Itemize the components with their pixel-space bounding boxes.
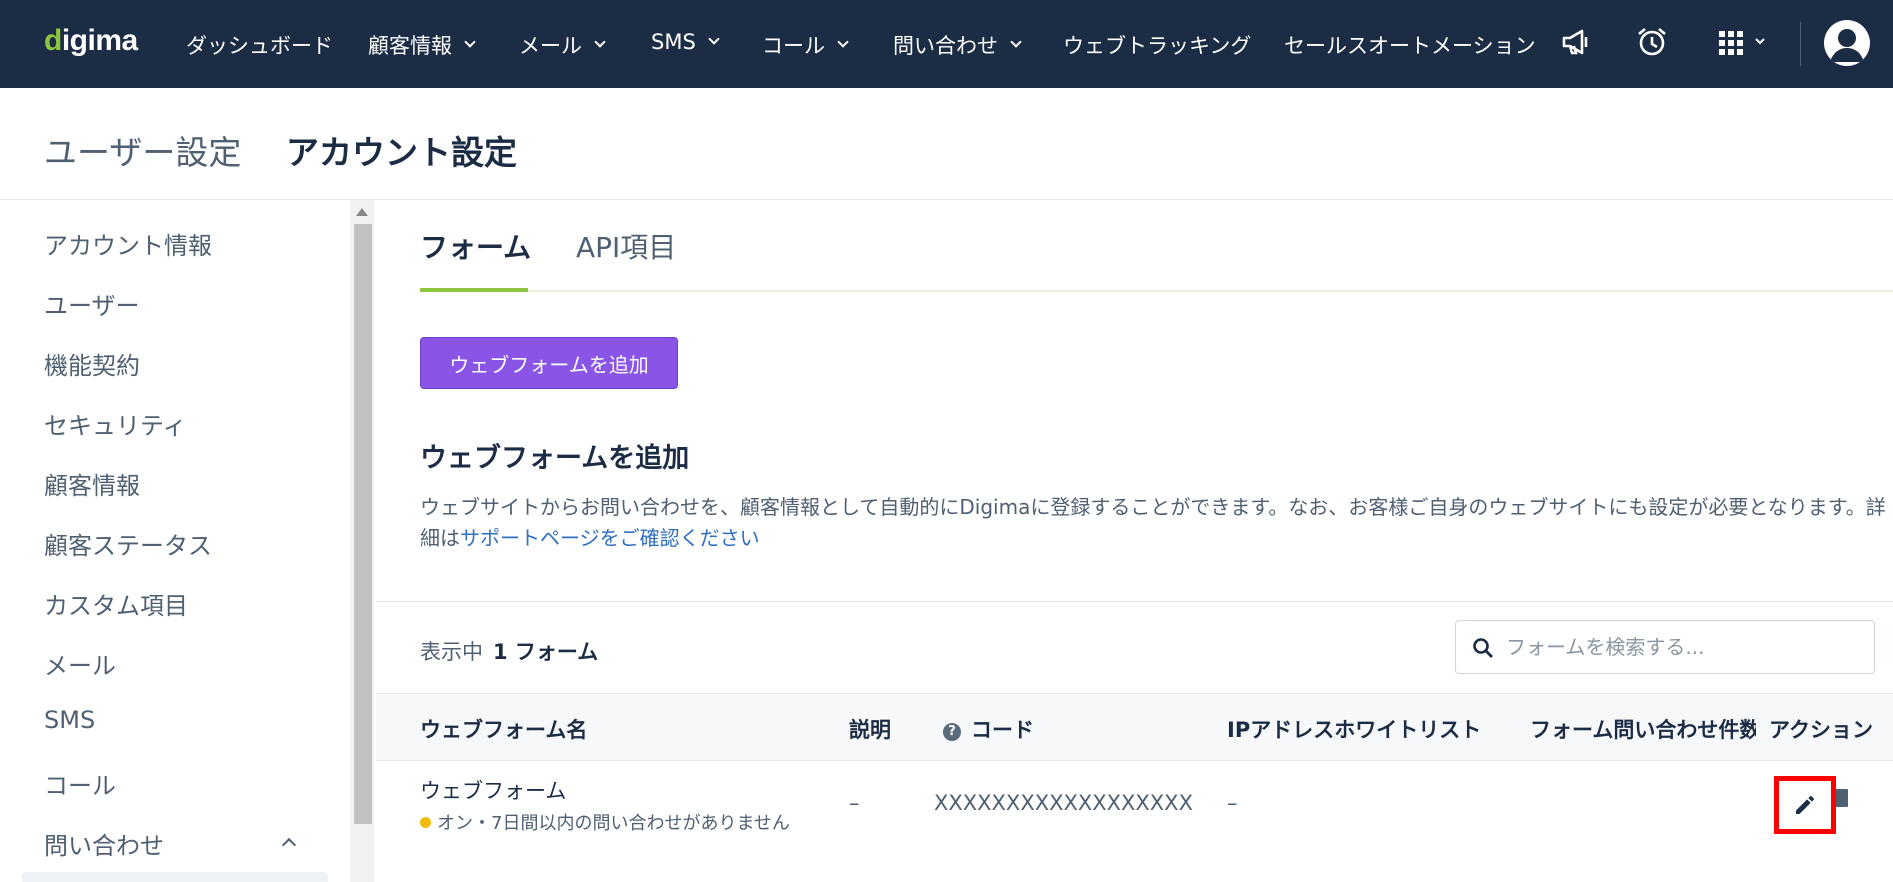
alarm-clock-icon[interactable] [1636, 26, 1670, 60]
chevron-up-icon[interactable] [281, 837, 297, 853]
column-header-inquiry-count: フォーム問い合わせ件数 [1530, 718, 1756, 742]
sidebar-item-customer-info[interactable]: 顧客情報 [44, 466, 140, 501]
webform-name[interactable]: ウェブフォーム [420, 775, 566, 805]
apps-grid-icon[interactable] [1716, 26, 1772, 60]
tab-divider [420, 290, 1893, 292]
list-toolbar: 表示中 1 フォーム [376, 601, 1893, 693]
nav-customer-info-label: 顧客情報 [368, 34, 452, 58]
chevron-down-icon [708, 33, 720, 45]
nav-sales-automation-label: セールスオートメーション [1284, 34, 1536, 58]
table-row: ウェブフォーム オン・7日間以内の問い合わせがありません – XXXXXXXXX… [376, 761, 1893, 871]
column-header-actions: アクション [1769, 718, 1873, 742]
tab-api-fields[interactable]: API項目 [576, 226, 676, 266]
nav-call[interactable]: コール [762, 30, 849, 60]
nav-inquiry[interactable]: 問い合わせ [893, 30, 1022, 60]
sidebar-item-users[interactable]: ユーザー [44, 286, 140, 321]
column-header-code-label: コード [971, 718, 1034, 742]
webform-code: XXXXXXXXXXXXXXXXXX [934, 791, 1193, 815]
webform-description: – [849, 791, 860, 815]
sidebar-item-customer-status[interactable]: 顧客ステータス [44, 526, 212, 561]
megaphone-icon[interactable] [1560, 26, 1594, 60]
top-navigation: digima ダッシュボード 顧客情報 メール SMS コール 問い合わせ ウェ… [0, 0, 1893, 88]
sidebar-scrollbar[interactable] [350, 200, 374, 882]
sidebar-item-security[interactable]: セキュリティ [44, 406, 187, 441]
result-count: 表示中 1 フォーム [420, 636, 598, 666]
digima-logo[interactable]: digima [44, 24, 138, 58]
nav-sales-automation[interactable]: セールスオートメーション [1284, 30, 1536, 60]
breadcrumb-parent[interactable]: ユーザー設定 [44, 126, 241, 174]
help-icon[interactable]: ? [943, 723, 961, 741]
search-icon [1473, 638, 1493, 658]
nav-dashboard[interactable]: ダッシュボード [186, 30, 333, 60]
nav-mail-label: メール [519, 34, 582, 58]
nav-mail[interactable]: メール [519, 30, 606, 60]
add-webform-button[interactable]: ウェブフォームを追加 [420, 337, 678, 389]
column-header-description: 説明 [849, 718, 891, 742]
support-page-link[interactable]: サポートページをご確認ください [460, 526, 760, 550]
webform-status-text: オン・7日間以内の問い合わせがありません [437, 813, 790, 834]
sidebar-item-inquiry[interactable]: 問い合わせ [44, 826, 164, 861]
search-input[interactable] [1506, 631, 1856, 663]
chevron-down-icon [1010, 36, 1022, 48]
nav-sms[interactable]: SMS [651, 30, 720, 54]
nav-web-tracking[interactable]: ウェブトラッキング [1063, 30, 1251, 60]
page-title: アカウント設定 [286, 133, 517, 172]
result-count-label: 表示中 [420, 640, 483, 664]
nav-sms-label: SMS [651, 30, 696, 54]
nav-web-tracking-label: ウェブトラッキング [1063, 34, 1252, 58]
delete-trash-icon[interactable] [1834, 789, 1848, 807]
nav-customer-info[interactable]: 顧客情報 [368, 30, 476, 60]
sidebar-item-account-info[interactable]: アカウント情報 [44, 226, 212, 261]
edit-button[interactable] [1774, 776, 1836, 834]
pencil-icon [1796, 796, 1814, 814]
column-header-code: ? コード [943, 714, 1034, 744]
result-count-value: 1 フォーム [493, 640, 599, 664]
nav-call-label: コール [762, 34, 825, 58]
sidebar-item-mail[interactable]: メール [44, 646, 116, 681]
sidebar-subitem-active[interactable] [22, 872, 328, 882]
status-dot-icon [420, 817, 431, 828]
column-header-ip-whitelist: IPアドレスホワイトリスト [1227, 718, 1482, 742]
sidebar-item-custom-fields[interactable]: カスタム項目 [44, 586, 188, 621]
sidebar-item-call[interactable]: コール [44, 766, 116, 801]
active-tab-indicator [420, 288, 528, 292]
form-search-box[interactable] [1455, 620, 1875, 674]
sidebar-item-sms[interactable]: SMS [44, 706, 95, 734]
chevron-down-icon [837, 36, 849, 48]
main-content: フォーム API項目 ウェブフォームを追加 ウェブフォームを追加 ウェブサイトか… [376, 200, 1893, 882]
section-title: ウェブフォームを追加 [420, 443, 690, 474]
webform-ip-whitelist: – [1227, 791, 1238, 815]
scrollbar-thumb[interactable] [354, 224, 372, 824]
scroll-up-arrow-icon[interactable] [356, 208, 368, 216]
nav-dashboard-label: ダッシュボード [186, 34, 333, 58]
webform-status: オン・7日間以内の問い合わせがありません [420, 809, 790, 835]
chevron-down-icon [464, 36, 476, 48]
section-description: ウェブサイトからお問い合わせを、顧客情報として自動的にDigimaに登録すること… [420, 492, 1893, 554]
chevron-down-icon [594, 36, 606, 48]
nav-inquiry-label: 問い合わせ [893, 34, 998, 58]
nav-divider [1800, 22, 1801, 66]
tab-form[interactable]: フォーム [420, 226, 531, 266]
sidebar-item-feature-contract[interactable]: 機能契約 [44, 346, 140, 381]
settings-sidebar: アカウント情報 ユーザー 機能契約 セキュリティ 顧客情報 顧客ステータス カス… [0, 200, 348, 882]
page-header: ユーザー設定 アカウント設定 [0, 88, 1893, 200]
column-header-name: ウェブフォーム名 [420, 718, 588, 742]
table-header: ウェブフォーム名 説明 ? コード IPアドレスホワイトリスト フォーム問い合わせ… [376, 693, 1893, 761]
user-avatar-icon[interactable] [1824, 20, 1870, 66]
